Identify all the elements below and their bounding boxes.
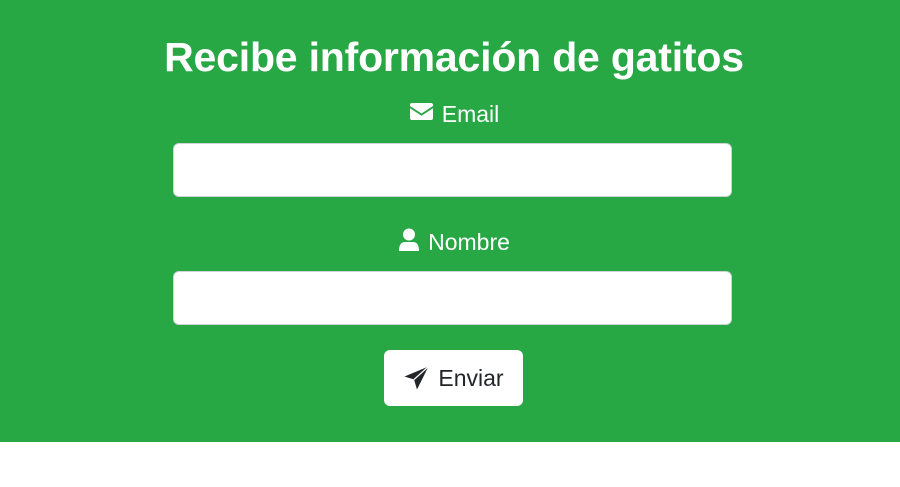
name-label-row: Nombre	[0, 225, 900, 257]
email-label: Email	[441, 100, 500, 127]
name-label: Nombre	[428, 228, 510, 255]
subscribe-panel: Recibe información de gatitos Email Nomb…	[0, 0, 900, 442]
user-icon	[398, 228, 420, 252]
envelope-icon	[409, 102, 434, 121]
name-field[interactable]	[173, 271, 732, 325]
email-field[interactable]	[173, 143, 732, 197]
submit-label: Enviar	[438, 364, 504, 391]
submit-button[interactable]: Enviar	[384, 350, 523, 406]
email-label-row: Email	[0, 97, 900, 129]
paper-plane-icon	[403, 365, 430, 392]
page-title: Recibe información de gatitos	[164, 34, 744, 80]
